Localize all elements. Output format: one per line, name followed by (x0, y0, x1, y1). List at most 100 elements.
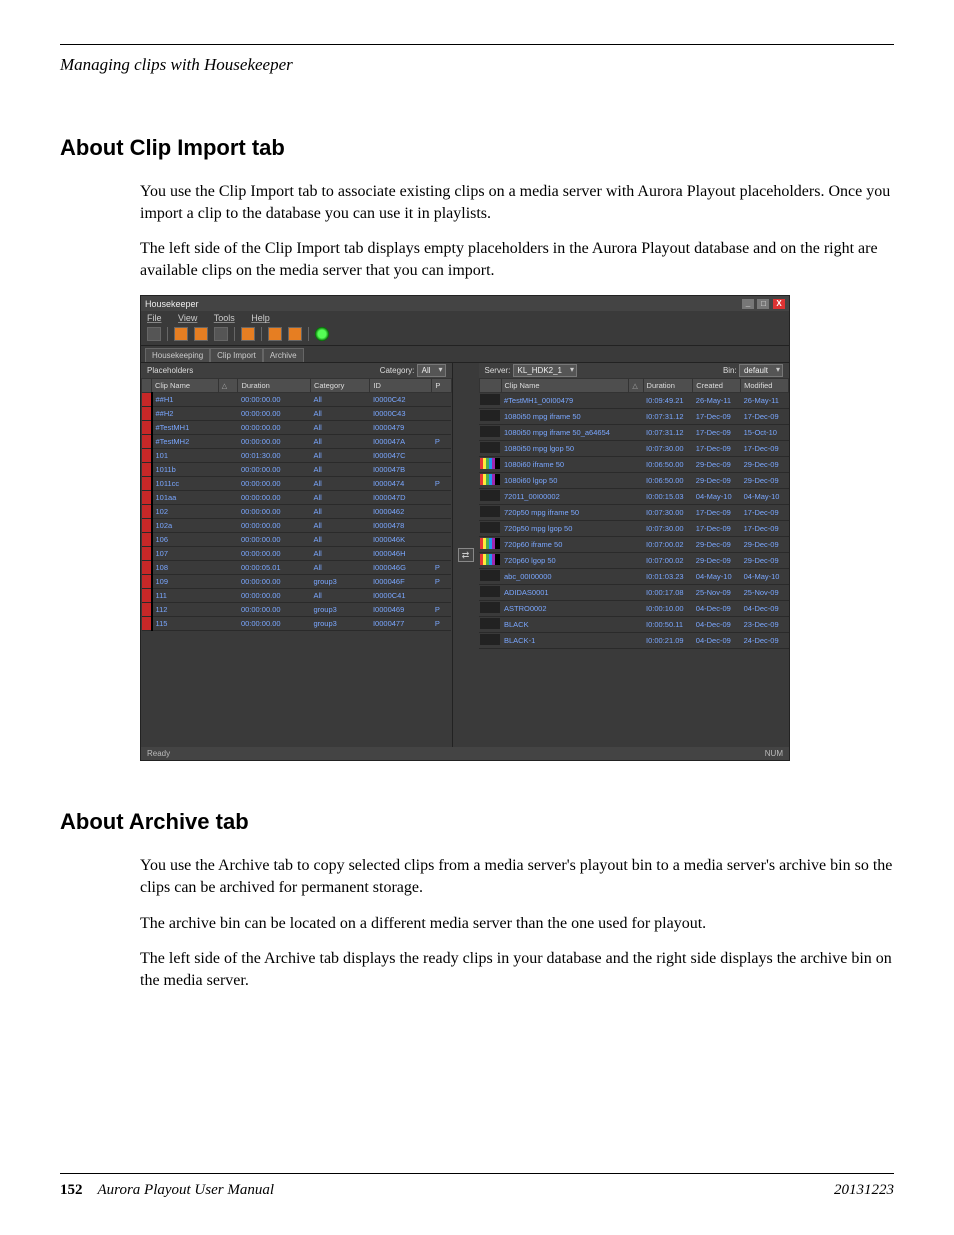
cell-p (432, 505, 451, 519)
clip-thumbnail-icon (480, 506, 500, 517)
window-close[interactable]: X (773, 299, 785, 309)
window-minimize[interactable]: _ (742, 299, 754, 309)
table-row[interactable]: 10800:00:05.01AllI000046GP (142, 561, 452, 575)
table-row[interactable]: 11100:00:00.00AllI0000C41 (142, 589, 452, 603)
col-modified[interactable]: Modified (741, 379, 789, 393)
cell-duration: 00:00:00.00 (238, 421, 311, 435)
col-clipname[interactable]: Clip Name (152, 379, 219, 393)
col-id[interactable]: ID (370, 379, 432, 393)
new-icon[interactable] (147, 327, 161, 341)
table-row[interactable]: 101aa00:00:00.00AllI000047D (142, 491, 452, 505)
clip-thumbnail-icon (480, 522, 500, 533)
table-row[interactable]: BLACK-1I0:00:21.0904-Dec-0924-Dec-09 (479, 633, 789, 649)
col-duration[interactable]: Duration (238, 379, 311, 393)
table-row[interactable]: 10700:00:00.00AllI000046H (142, 547, 452, 561)
category-label: Category: (380, 366, 415, 375)
tab-archive[interactable]: Archive (263, 348, 304, 362)
server-clips-grid[interactable]: Clip Name △ Duration Created Modified #T… (479, 378, 790, 747)
menu-file[interactable]: File (147, 313, 162, 323)
table-row[interactable]: 720p60 iframe 50I0:07:00.0229-Dec-0929-D… (479, 537, 789, 553)
table-row[interactable]: 1080i50 mpg iframe 50I0:07:31.1217-Dec-0… (479, 409, 789, 425)
link-toggle-icon[interactable]: ⇄ (458, 548, 474, 562)
cell-duration: 00:00:00.00 (238, 435, 311, 449)
table-row[interactable]: 10600:00:00.00AllI000046K (142, 533, 452, 547)
cell-p: P (432, 477, 451, 491)
table-row[interactable]: 10200:00:00.00AllI0000462 (142, 505, 452, 519)
table-row[interactable]: 1080i60 iframe 50I0:06:50.0029-Dec-0929-… (479, 457, 789, 473)
cell-clipname: 102 (152, 505, 219, 519)
cell-clipname: BLACK-1 (501, 633, 629, 649)
table-row[interactable]: 11200:00:00.00group3I0000469P (142, 603, 452, 617)
cell-p: P (432, 603, 451, 617)
table-row[interactable]: #TestMH100:00:00.00AllI0000479 (142, 421, 452, 435)
table-row[interactable]: 11500:00:00.00group3I0000477P (142, 617, 452, 631)
cell-p (432, 491, 451, 505)
cell-clipname: #TestMH2 (152, 435, 219, 449)
table-row[interactable]: 72011_00I00002I0:00:15.0304-May-1004-May… (479, 489, 789, 505)
table-row[interactable]: 720p50 mpg iframe 50I0:07:30.0017-Dec-09… (479, 505, 789, 521)
table-row[interactable]: 720p50 mpg lgop 50I0:07:30.0017-Dec-0917… (479, 521, 789, 537)
cell-modified: 24-Dec-09 (741, 633, 789, 649)
clip-thumbnail-icon (480, 474, 500, 485)
cell-id: I000046G (370, 561, 432, 575)
link-clip-icon[interactable] (268, 327, 282, 341)
col-p[interactable]: P (432, 379, 451, 393)
menu-view[interactable]: View (178, 313, 197, 323)
clip-thumbnail-icon (480, 618, 500, 629)
col-sort[interactable]: △ (218, 379, 238, 393)
cell-p (432, 547, 451, 561)
unlink-clip-icon[interactable] (288, 327, 302, 341)
table-row[interactable]: 720p60 lgop 50I0:07:00.0229-Dec-0929-Dec… (479, 553, 789, 569)
col-created[interactable]: Created (693, 379, 741, 393)
cell-thumbnail (479, 425, 501, 441)
cell-category: All (310, 589, 370, 603)
cell-clipname: 1080i50 mpg lgop 50 (501, 441, 629, 457)
table-row[interactable]: 1080i50 mpg iframe 50_a64654I0:07:31.121… (479, 425, 789, 441)
menubar: File View Tools Help (141, 311, 789, 325)
status-bar-cell (142, 393, 152, 407)
table-row[interactable]: 10900:00:00.00group3I000046FP (142, 575, 452, 589)
col-sort[interactable]: △ (629, 379, 643, 393)
cell-duration: I0:06:50.00 (643, 457, 693, 473)
table-row[interactable]: abc_00I00000I0:01:03.2304-May-1004-May-1… (479, 569, 789, 585)
cell-p (432, 407, 451, 421)
table-row[interactable]: BLACKI0:00:50.1104-Dec-0923-Dec-09 (479, 617, 789, 633)
window-maximize[interactable]: □ (757, 299, 769, 309)
table-row[interactable]: ASTRO0002I0:00:10.0004-Dec-0904-Dec-09 (479, 601, 789, 617)
table-row[interactable]: 1011b00:00:00.00AllI000047B (142, 463, 452, 477)
delete-icon[interactable] (174, 327, 188, 341)
server-dropdown[interactable]: KL_HDK2_1 (513, 364, 577, 377)
clear-icon[interactable] (214, 327, 228, 341)
status-bar-cell (142, 547, 152, 561)
cell-clipname: 106 (152, 533, 219, 547)
col-clipname[interactable]: Clip Name (501, 379, 629, 393)
tab-clip-import[interactable]: Clip Import (210, 348, 263, 362)
col-category[interactable]: Category (310, 379, 370, 393)
bin-dropdown[interactable]: default (739, 364, 783, 377)
cell-category: group3 (310, 617, 370, 631)
cell-thumbnail (479, 585, 501, 601)
menu-help[interactable]: Help (251, 313, 270, 323)
table-row[interactable]: 10100:01:30.00AllI000047C (142, 449, 452, 463)
tab-housekeeping[interactable]: Housekeeping (145, 348, 210, 362)
table-row[interactable]: 1011cc00:00:00.00AllI0000474P (142, 477, 452, 491)
table-row[interactable]: ##H200:00:00.00AllI0000C43 (142, 407, 452, 421)
col-duration[interactable]: Duration (643, 379, 693, 393)
cell-created: 26-May-11 (693, 393, 741, 409)
cell-clipname: 107 (152, 547, 219, 561)
table-row[interactable]: ##H100:00:00.00AllI0000C42 (142, 393, 452, 407)
status-bar-cell (142, 617, 152, 631)
table-row[interactable]: #TestMH200:00:00.00AllI000047AP (142, 435, 452, 449)
category-dropdown[interactable]: All (417, 364, 446, 377)
table-row[interactable]: ADIDAS0001I0:00:17.0825-Nov-0925-Nov-09 (479, 585, 789, 601)
placeholders-grid[interactable]: Clip Name △ Duration Category ID P ##H10… (141, 378, 452, 747)
cell-p (432, 421, 451, 435)
table-row[interactable]: #TestMH1_00I00479I0:09:49.2126-May-1126-… (479, 393, 789, 409)
table-row[interactable]: 1080i60 lgop 50I0:06:50.0029-Dec-0929-De… (479, 473, 789, 489)
table-row[interactable]: 1080i50 mpg lgop 50I0:07:30.0017-Dec-091… (479, 441, 789, 457)
menu-tools[interactable]: Tools (214, 313, 235, 323)
refresh-icon[interactable] (241, 327, 255, 341)
table-row[interactable]: 102a00:00:00.00AllI0000478 (142, 519, 452, 533)
delete-all-icon[interactable] (194, 327, 208, 341)
cell-p (432, 519, 451, 533)
